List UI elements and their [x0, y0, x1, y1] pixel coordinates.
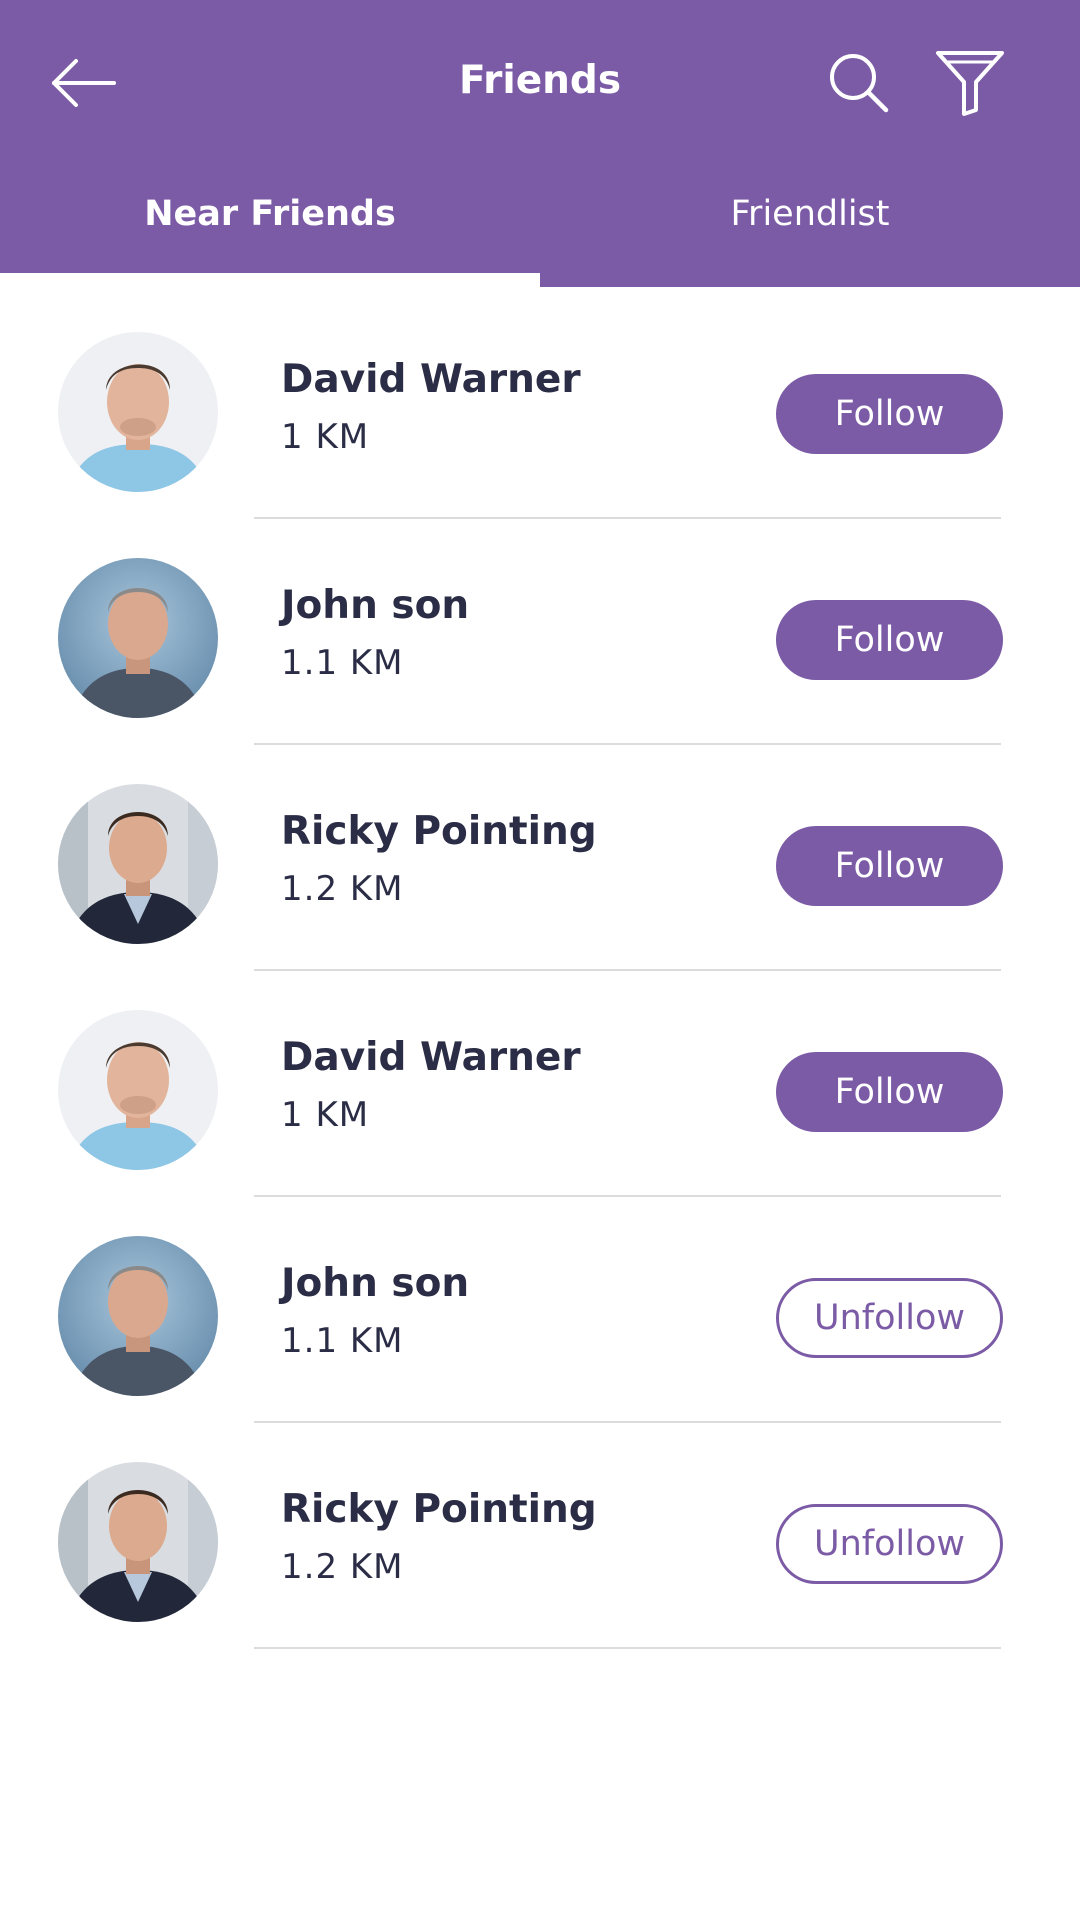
active-tab-indicator [0, 273, 540, 287]
list-item: David Warner 1 KM Follow [0, 287, 1080, 519]
friend-name: Ricky Pointing [281, 809, 597, 854]
follow-button[interactable]: Follow [776, 826, 1003, 906]
follow-button[interactable]: Follow [776, 600, 1003, 680]
friend-name: John son [281, 1261, 470, 1306]
page-title: Friends [458, 58, 622, 103]
filter-button[interactable] [934, 48, 1006, 118]
avatar [58, 1236, 218, 1396]
avatar [58, 1462, 218, 1622]
friend-distance: 1.1 KM [281, 643, 404, 683]
avatar [58, 784, 218, 944]
friend-distance: 1.2 KM [281, 1547, 404, 1587]
friend-distance: 1 KM [281, 1095, 370, 1135]
avatar [58, 332, 218, 492]
friend-name: John son [281, 583, 470, 628]
list-item: John son 1.1 KM Unfollow [0, 1191, 1080, 1423]
friend-name: David Warner [281, 357, 581, 402]
list-item: John son 1.1 KM Follow [0, 513, 1080, 745]
search-button[interactable] [826, 50, 892, 116]
filter-icon [936, 51, 1004, 116]
follow-button[interactable]: Follow [776, 374, 1003, 454]
app-header: Friends Near Friends Friendlist [0, 0, 1080, 287]
tab-friendlist[interactable]: Friendlist [540, 170, 1080, 258]
friend-distance: 1.2 KM [281, 869, 404, 909]
list-item: Ricky Pointing 1.2 KM Follow [0, 739, 1080, 971]
search-icon [830, 54, 889, 113]
follow-button[interactable]: Follow [776, 1052, 1003, 1132]
avatar [58, 1010, 218, 1170]
list-item: David Warner 1 KM Follow [0, 965, 1080, 1197]
friend-distance: 1.1 KM [281, 1321, 404, 1361]
friend-name: Ricky Pointing [281, 1487, 597, 1532]
avatar [58, 558, 218, 718]
unfollow-button[interactable]: Unfollow [776, 1504, 1003, 1584]
divider [254, 1647, 1001, 1649]
unfollow-button[interactable]: Unfollow [776, 1278, 1003, 1358]
friend-distance: 1 KM [281, 417, 370, 457]
friend-name: David Warner [281, 1035, 581, 1080]
list-item: Ricky Pointing 1.2 KM Unfollow [0, 1417, 1080, 1649]
tab-near-friends[interactable]: Near Friends [0, 170, 540, 258]
